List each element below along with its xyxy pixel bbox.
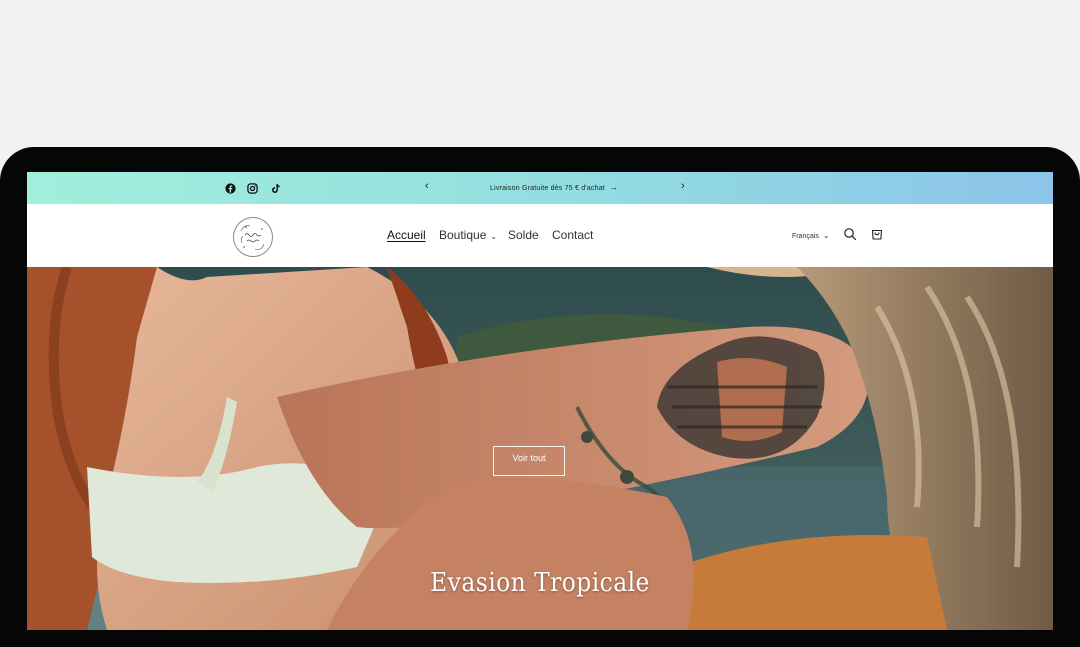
nav-boutique-label: Boutique <box>439 228 487 242</box>
browser-screen: ‹ Livraison Gratuite dès 75 € d'achat → ›… <box>27 172 1053 630</box>
announcement-next-arrow[interactable]: › <box>681 180 685 192</box>
hero-shop-button[interactable]: Voir tout <box>493 446 565 476</box>
announcement-prev-arrow[interactable]: ‹ <box>425 180 429 192</box>
nav-contact[interactable]: Contact <box>552 228 593 242</box>
nav-boutique[interactable]: Boutique ⌄ <box>439 228 497 242</box>
language-selector[interactable]: Français ⌄ <box>792 231 830 240</box>
chevron-down-icon: ⌄ <box>822 231 830 240</box>
chevron-down-icon: ⌄ <box>490 232 498 241</box>
language-label: Français <box>792 233 819 240</box>
site-header: Accueil Boutique ⌄ Solde Contact Français… <box>27 204 1053 267</box>
hero-title: Evasion Tropicale <box>430 568 650 598</box>
arrow-right-icon: → <box>608 182 619 192</box>
cart-icon[interactable] <box>870 227 884 241</box>
hero-button-label: Voir tout <box>512 453 546 463</box>
facebook-icon[interactable] <box>223 181 237 195</box>
nav-accueil[interactable]: Accueil <box>387 228 426 242</box>
tiktok-icon[interactable] <box>268 181 282 195</box>
store-logo[interactable] <box>233 217 273 257</box>
announcement-text: Livraison Gratuite dès 75 € d'achat <box>490 185 605 192</box>
search-icon[interactable] <box>843 227 857 241</box>
announcement-link[interactable]: Livraison Gratuite dès 75 € d'achat → <box>490 182 618 192</box>
announcement-bar: ‹ Livraison Gratuite dès 75 € d'achat → › <box>27 172 1053 204</box>
instagram-icon[interactable] <box>245 181 259 195</box>
nav-solde[interactable]: Solde <box>508 228 539 242</box>
